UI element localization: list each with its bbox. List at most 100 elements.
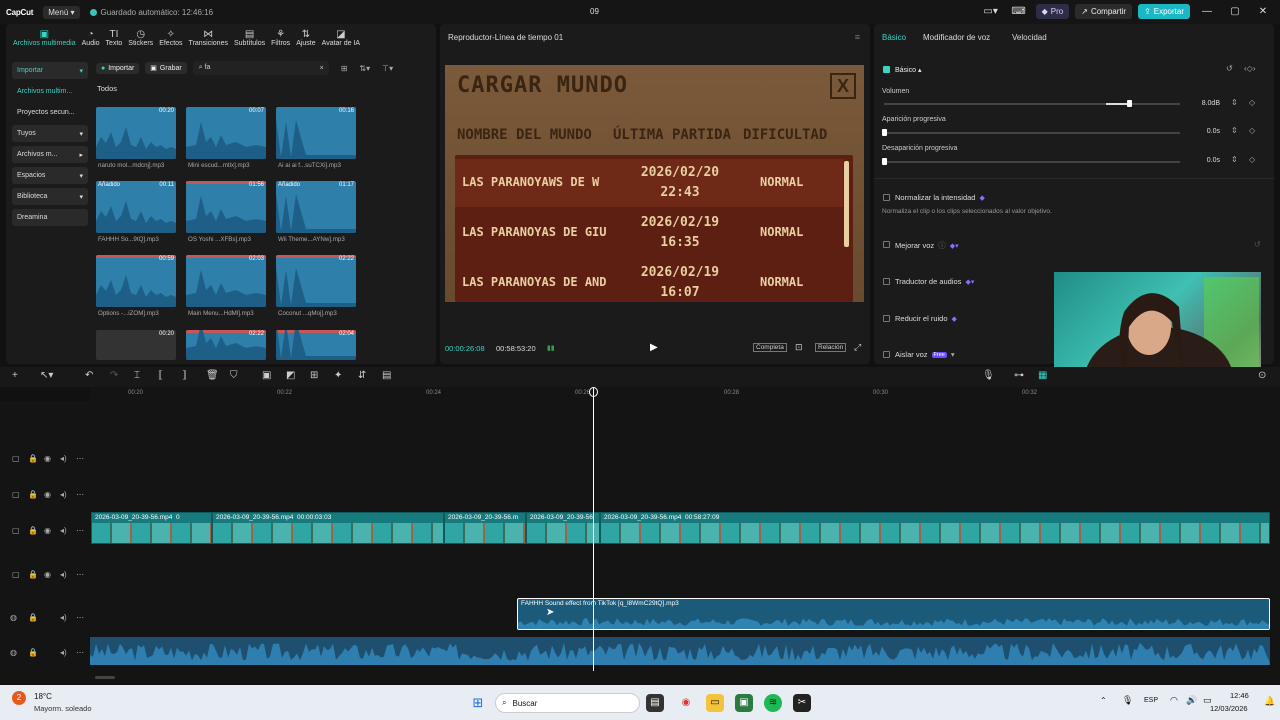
app-icon[interactable]: ▣ <box>735 694 753 712</box>
lock-icon[interactable]: 🔒 <box>28 648 38 657</box>
more-icon[interactable]: ⋯ <box>76 490 84 499</box>
lock-icon[interactable]: 🔒 <box>28 570 38 579</box>
ratio-button[interactable]: Relación <box>815 343 847 352</box>
fadein-slider-knob[interactable] <box>882 129 887 136</box>
reduce-noise-checkbox[interactable] <box>883 315 890 322</box>
taskbar-search[interactable]: ⌕ Buscar <box>495 693 640 713</box>
video-clip[interactable]: 2026-03-09_20-39-56.mp4 00:00:03:03 <box>212 512 444 544</box>
eye-icon[interactable]: ◉ <box>44 490 51 499</box>
media-item[interactable]: Añadido 00:11 <box>96 181 176 233</box>
video-clip[interactable]: 2026-03-09_20-39-56 <box>526 512 600 544</box>
clear-search-icon[interactable]: × <box>320 65 324 72</box>
tool-archivos-multimedia[interactable]: ▣ Archivos multimedia <box>10 24 79 52</box>
mute-icon[interactable]: ◂) <box>60 648 67 657</box>
tab-voice-changer[interactable]: Modificador de voz <box>923 33 990 42</box>
adjust-icon[interactable]: ⊞ <box>310 370 318 381</box>
media-item[interactable]: 02:03 <box>186 255 266 307</box>
more-icon[interactable]: ⋯ <box>76 526 84 535</box>
track-type-icon[interactable]: ▢ <box>12 490 20 499</box>
isolate-voice-checkbox[interactable] <box>883 351 890 358</box>
video-clip[interactable]: 2026-03-09_20-39-56.mp4 0 <box>91 512 212 544</box>
media-item[interactable]: 02:22 <box>186 330 266 360</box>
mute-icon[interactable]: ◂) <box>60 613 67 622</box>
fadein-value[interactable]: 0.0s <box>1180 128 1220 135</box>
sidebar-item-5[interactable]: Espacios ▾ <box>12 167 88 184</box>
filter-icon[interactable]: ⊤▾ <box>382 64 393 73</box>
task-view-icon[interactable]: ▤ <box>646 694 664 712</box>
delete-icon[interactable]: 🗑 <box>206 370 219 381</box>
tool-stickers[interactable]: ◷ Stickers <box>125 24 156 52</box>
chrome-icon[interactable]: ◉ <box>677 694 695 712</box>
tab-speed[interactable]: Velocidad <box>1012 33 1047 42</box>
audio-sep-icon[interactable]: ⇵ <box>358 370 366 381</box>
tab-basic[interactable]: Básico <box>882 33 906 42</box>
track-type-icon[interactable]: ▢ <box>12 526 20 535</box>
magic-icon[interactable]: ✦ <box>334 370 342 381</box>
full-quality-button[interactable]: Completa <box>753 343 787 352</box>
sidebar-item-3[interactable]: Tuyos ▾ <box>12 125 88 142</box>
keyframe-icon[interactable]: ‹◇› <box>1244 64 1255 73</box>
sort-icon[interactable]: ⇅▾ <box>359 64 370 73</box>
link-icon[interactable]: ⊶ <box>1014 370 1024 381</box>
track-type-icon[interactable]: ◍ <box>10 648 17 657</box>
video-clip[interactable]: 2026-03-09_20-39-56.m <box>444 512 526 544</box>
lock-icon[interactable]: 🔒 <box>28 490 38 499</box>
volume-keyframe-icon[interactable]: ◇ <box>1249 98 1255 107</box>
maximize-icon[interactable]: ▢ <box>1224 6 1246 17</box>
split-icon[interactable]: ⌶ <box>134 370 140 381</box>
play-icon[interactable]: ▶ <box>650 342 658 353</box>
track-type-icon[interactable]: ◍ <box>10 613 17 622</box>
export-button[interactable]: ⇪ Exportar <box>1138 4 1190 19</box>
sidebar-item-2[interactable]: Proyectos secun... <box>12 104 88 121</box>
mute-icon[interactable]: ◂) <box>60 526 67 535</box>
playhead[interactable] <box>593 387 594 671</box>
track-type-icon[interactable]: ▢ <box>12 570 20 579</box>
shortcuts-icon[interactable]: ⌨ <box>1008 6 1030 17</box>
tray-chevron-icon[interactable]: ⌃ <box>1100 696 1107 705</box>
volume-stepper-icon[interactable]: ⇕ <box>1231 98 1238 107</box>
keyboard-language[interactable]: ESP <box>1144 697 1158 704</box>
lock-icon[interactable]: 🔒 <box>28 526 38 535</box>
notification-icon[interactable]: 🔔 <box>1264 696 1275 707</box>
more-icon[interactable]: ⋯ <box>76 454 84 463</box>
normalize-checkbox[interactable] <box>883 194 890 201</box>
fit-icon[interactable]: ⊡ <box>795 342 803 353</box>
close-icon[interactable]: ✕ <box>1252 6 1274 17</box>
track-type-icon[interactable]: ▢ <box>12 454 20 463</box>
media-item[interactable]: Añadido 01:17 <box>276 181 356 233</box>
video-preview[interactable]: CARGAR MUNDO X NOMBRE DEL MUNDO ÚLTIMA P… <box>445 65 864 302</box>
file-explorer-icon[interactable]: ▭ <box>706 694 724 712</box>
lock-icon[interactable]: 🔒 <box>28 613 38 622</box>
weather-icon[interactable]: 2 <box>12 691 26 705</box>
fadein-stepper-icon[interactable]: ⇕ <box>1231 126 1238 135</box>
media-item[interactable]: 00:16 <box>276 107 356 159</box>
more-icon[interactable]: ⋯ <box>76 570 84 579</box>
timeline-scrollbar[interactable] <box>95 676 115 679</box>
media-item[interactable]: 00:59 <box>96 255 176 307</box>
select-tool-icon[interactable]: ↖▾ <box>40 370 53 381</box>
pro-button[interactable]: ◆ Pro <box>1035 4 1070 19</box>
media-item[interactable]: 00:07 <box>186 107 266 159</box>
volume-slider-knob[interactable] <box>1126 100 1132 107</box>
media-item[interactable]: 00:20 <box>96 107 176 159</box>
audio-clip-selected[interactable]: FAHHH Sound effect from TikTok [q_l8WmC2… <box>517 598 1270 630</box>
split-left-icon[interactable]: ⟦ <box>158 370 163 381</box>
mask-icon[interactable]: ◩ <box>286 370 295 381</box>
sidebar-item-4[interactable]: Archivos m... ▸ <box>12 146 88 163</box>
crop-icon[interactable]: ▣ <box>262 370 271 381</box>
fadeout-slider[interactable] <box>884 161 1180 163</box>
fadeout-slider-knob[interactable] <box>882 158 887 165</box>
fadein-keyframe-icon[interactable]: ◇ <box>1249 126 1255 135</box>
player-menu-icon[interactable]: ≡ <box>855 32 860 42</box>
tool-texto[interactable]: TI Texto <box>103 24 126 52</box>
timeline-ruler[interactable]: 00:20 00:22 00:24 00:26 00:28 00:30 00:32 <box>90 387 1280 401</box>
spotify-icon[interactable]: ≋ <box>764 694 782 712</box>
add-track-icon[interactable]: + <box>12 370 18 381</box>
tray-mic-icon[interactable]: 🎙 <box>1122 695 1133 706</box>
sidebar-item-1[interactable]: Archivos multim... <box>12 83 88 100</box>
volume-slider[interactable] <box>884 103 1180 105</box>
wifi-icon[interactable]: ◠ <box>1170 695 1178 706</box>
reset-icon[interactable]: ↺ <box>1226 64 1233 73</box>
mic-icon[interactable]: 🎙 <box>982 370 995 381</box>
volume-icon[interactable]: 🔊 <box>1186 695 1197 706</box>
